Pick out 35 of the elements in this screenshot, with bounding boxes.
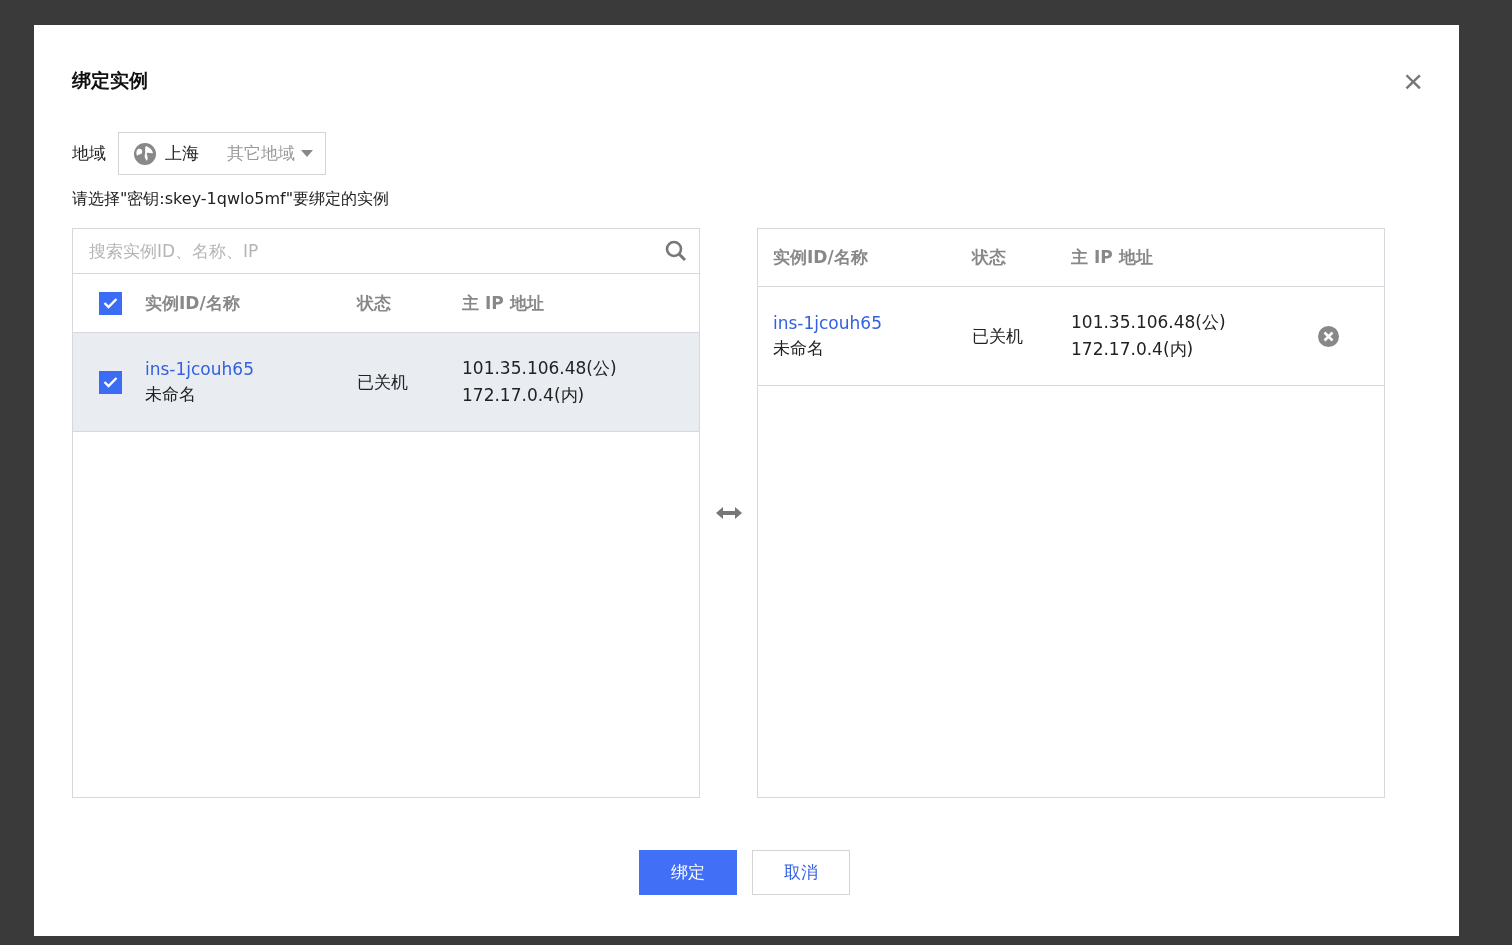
- check-icon: [102, 376, 118, 388]
- instance-name: 未命名: [773, 336, 825, 360]
- instance-row[interactable]: ins-1jcouh65 未命名 已关机 101.35.106.48(公) 172.17.0.4(内): [73, 333, 699, 432]
- column-header: 状态: [972, 246, 1007, 269]
- public-ip: 101.35.106.48(公): [462, 357, 618, 380]
- region-selector[interactable]: 上海 其它地域: [118, 132, 326, 175]
- check-icon: [102, 297, 118, 309]
- region-label: 地域: [72, 142, 106, 165]
- public-ip: 101.35.106.48(公): [1071, 311, 1227, 334]
- other-region-dropdown[interactable]: 其它地域: [207, 142, 313, 165]
- instance-id-link[interactable]: ins-1jcouh65: [773, 312, 972, 333]
- instance-status: 已关机: [357, 370, 409, 394]
- column-header: 状态: [357, 291, 392, 315]
- remove-icon[interactable]: [1318, 325, 1339, 347]
- row-checkbox[interactable]: [98, 370, 122, 394]
- caret-icon: [301, 150, 313, 157]
- select-all-checkbox[interactable]: [98, 291, 122, 315]
- private-ip: 172.17.0.4(内): [462, 384, 586, 407]
- double-arrow-icon: [715, 507, 742, 519]
- instruction-text: 请选择"密钥:skey-1qwlo5mf"要绑定的实例: [72, 189, 390, 210]
- close-button[interactable]: ×: [1403, 66, 1423, 96]
- dialog-title: 绑定实例: [72, 68, 148, 93]
- search-icon: [665, 240, 687, 262]
- globe-icon: [133, 141, 157, 166]
- column-header: 主 IP 地址: [462, 291, 545, 315]
- cancel-button[interactable]: 取消: [751, 850, 850, 895]
- column-header: 实例ID/名称: [773, 246, 869, 269]
- instance-id-link[interactable]: ins-1jcouh65: [145, 358, 357, 379]
- bind-button[interactable]: 绑定: [638, 850, 737, 895]
- private-ip: 172.17.0.4(内): [1071, 338, 1195, 361]
- current-region: 上海: [165, 142, 199, 165]
- column-header: 主 IP 地址: [1071, 246, 1154, 269]
- instance-status: 已关机: [972, 324, 1024, 348]
- instance-name: 未命名: [145, 382, 197, 406]
- column-header: 实例ID/名称: [145, 291, 241, 315]
